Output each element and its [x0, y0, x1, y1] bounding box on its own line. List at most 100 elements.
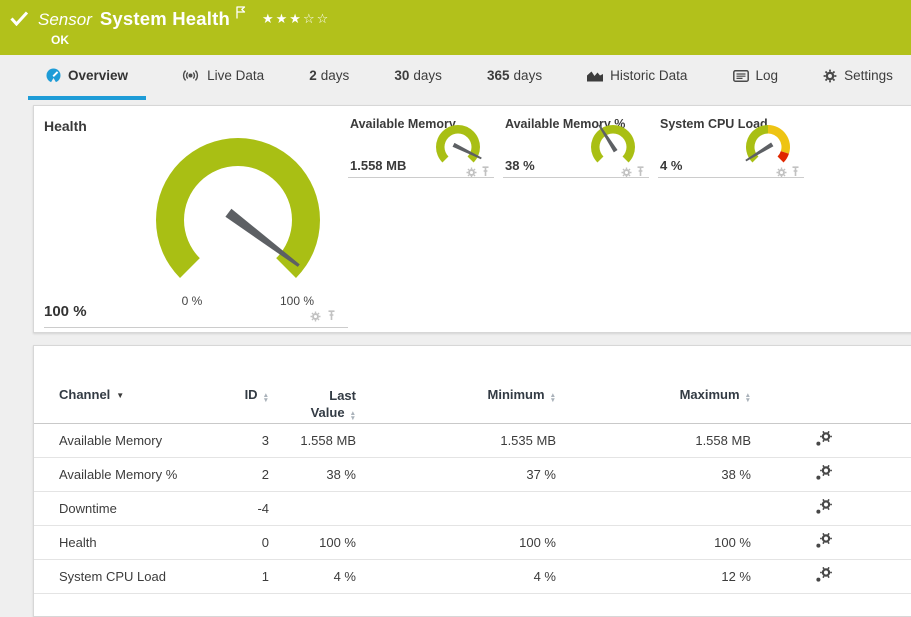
channel-name-cell[interactable]: System CPU Load [34, 569, 234, 584]
gauge-settings-gear-icon[interactable] [466, 165, 477, 183]
tab-365-days-number: 365 [487, 68, 510, 83]
column-header-maximum[interactable]: Maximum▲▼ [556, 387, 751, 423]
channel-id-cell: -4 [234, 501, 269, 516]
column-header-channel[interactable]: Channel ▼ [34, 387, 234, 423]
pin-icon[interactable] [636, 165, 645, 183]
tab-overview[interactable]: Overview [28, 55, 146, 100]
column-header-minimum[interactable]: Minimum▲▼ [356, 387, 556, 423]
mini-gauge-available-memory-pct: Available Memory % 38 % [501, 106, 649, 332]
broadcast-icon [181, 69, 200, 82]
channel-settings-icon[interactable] [815, 499, 832, 515]
mini-gauge-system-cpu-load: System CPU Load 4 % [656, 106, 804, 332]
mini-gauge-value: 1.558 MB [350, 158, 406, 173]
stars-filled: ★★★ [262, 11, 303, 26]
mini-gauge-value: 38 % [505, 158, 535, 173]
channel-name-cell[interactable]: Available Memory [34, 433, 234, 448]
pin-icon[interactable] [327, 309, 336, 327]
main-gauge-value: 100 % [44, 303, 87, 320]
gauge-scale-max: 100 % [274, 294, 320, 308]
mini-gauge-available-memory: Available Memory 1.558 MB [346, 106, 494, 332]
column-header-channel-label: Channel [59, 387, 110, 402]
tab-365-days[interactable]: 365 days [477, 55, 552, 100]
tab-log[interactable]: Log [723, 55, 789, 100]
column-header-minimum-label: Minimum [488, 387, 545, 402]
gauge-divider [348, 177, 494, 178]
minimum-cell: 37 % [356, 467, 556, 482]
maximum-cell: 38 % [556, 467, 751, 482]
table-row[interactable]: Health 0 100 % 100 % 100 % [34, 526, 911, 560]
gauge-scale-min: 0 % [172, 294, 212, 308]
last-value-cell: 1.558 MB [269, 433, 356, 448]
pin-icon[interactable] [791, 165, 800, 183]
channel-id-cell: 0 [234, 535, 269, 550]
column-header-id-label: ID [245, 387, 258, 402]
gauge-settings-gear-icon[interactable] [310, 309, 321, 327]
gauge-settings-gear-icon[interactable] [776, 165, 787, 183]
maximum-cell: 12 % [556, 569, 751, 584]
channel-settings-icon[interactable] [815, 465, 832, 481]
table-body: Available Memory 3 1.558 MB 1.535 MB 1.5… [34, 424, 911, 594]
minimum-cell: 1.535 MB [356, 433, 556, 448]
last-value-cell: 4 % [269, 569, 356, 584]
column-header-maximum-label: Maximum [680, 387, 740, 402]
gauges-panel: Health 0 % 100 % 100 % Available Memory … [33, 105, 911, 333]
table-row[interactable]: System CPU Load 1 4 % 4 % 12 % [34, 560, 911, 594]
gear-icon [823, 69, 837, 83]
tab-30-days-label: days [413, 68, 442, 83]
object-kind-label: Sensor [38, 10, 92, 30]
priority-stars[interactable]: ★★★☆☆ [262, 11, 330, 27]
table-row[interactable]: Available Memory 3 1.558 MB 1.535 MB 1.5… [34, 424, 911, 458]
channel-settings-icon[interactable] [815, 533, 832, 549]
channel-table-panel: Channel ▼ ID▲▼ Last Value▲▼ Minimum▲▼ Max… [33, 345, 911, 617]
channel-settings-icon[interactable] [815, 567, 832, 583]
sensor-status-badge: OK [51, 33, 330, 47]
tab-365-days-label: days [514, 68, 543, 83]
channel-id-cell: 1 [234, 569, 269, 584]
tab-30-days-number: 30 [394, 68, 409, 83]
channel-id-cell: 2 [234, 467, 269, 482]
table-row[interactable]: Downtime -4 [34, 492, 911, 526]
tab-settings-label: Settings [844, 68, 893, 83]
tab-overview-label: Overview [68, 68, 128, 83]
pin-icon[interactable] [481, 165, 490, 183]
column-header-last-label: Last [269, 387, 356, 404]
stars-empty: ☆☆ [303, 11, 330, 26]
tab-live-data-label: Live Data [207, 68, 264, 83]
health-gauge [146, 132, 336, 310]
sensor-status-header: Sensor System Health ★★★☆☆ OK [0, 0, 911, 55]
channel-name-cell[interactable]: Available Memory % [34, 467, 234, 482]
mini-gauge-value: 4 % [660, 158, 682, 173]
channel-id-cell: 3 [234, 433, 269, 448]
table-header-row: Channel ▼ ID▲▼ Last Value▲▼ Minimum▲▼ Max… [34, 346, 911, 424]
sensor-title: System Health [100, 8, 230, 30]
channel-name-cell[interactable]: Downtime [34, 501, 234, 516]
tab-historic-data-label: Historic Data [610, 68, 687, 83]
channel-name-cell[interactable]: Health [34, 535, 234, 550]
tab-2-days[interactable]: 2days [299, 55, 359, 100]
last-value-cell: 100 % [269, 535, 356, 550]
tab-historic-data[interactable]: Historic Data [577, 55, 697, 100]
gauge-divider [658, 177, 804, 178]
tab-2-days-label: days [321, 68, 350, 83]
gauge-divider [44, 327, 348, 328]
maximum-cell: 1.558 MB [556, 433, 751, 448]
maximum-cell: 100 % [556, 535, 751, 550]
last-value-cell: 38 % [269, 467, 356, 482]
channel-settings-icon[interactable] [815, 431, 832, 447]
tab-log-label: Log [756, 68, 779, 83]
flag-icon[interactable] [235, 6, 246, 24]
column-header-value-label: Value [311, 405, 345, 420]
column-header-id[interactable]: ID▲▼ [234, 387, 269, 423]
ok-check-icon [10, 11, 29, 31]
tab-30-days[interactable]: 30 days [384, 55, 452, 100]
table-row[interactable]: Available Memory % 2 38 % 37 % 38 % [34, 458, 911, 492]
log-list-icon [733, 70, 749, 82]
tab-live-data[interactable]: Live Data [171, 55, 274, 100]
gauge-settings-gear-icon[interactable] [621, 165, 632, 183]
column-header-last-value[interactable]: Last Value▲▼ [269, 387, 356, 423]
area-chart-icon [587, 70, 603, 82]
gauge-icon [46, 68, 61, 83]
sorted-desc-icon: ▼ [116, 391, 124, 400]
prtg-sensor-page: Sensor System Health ★★★☆☆ OK [0, 0, 911, 597]
tab-settings[interactable]: Settings [813, 55, 903, 100]
